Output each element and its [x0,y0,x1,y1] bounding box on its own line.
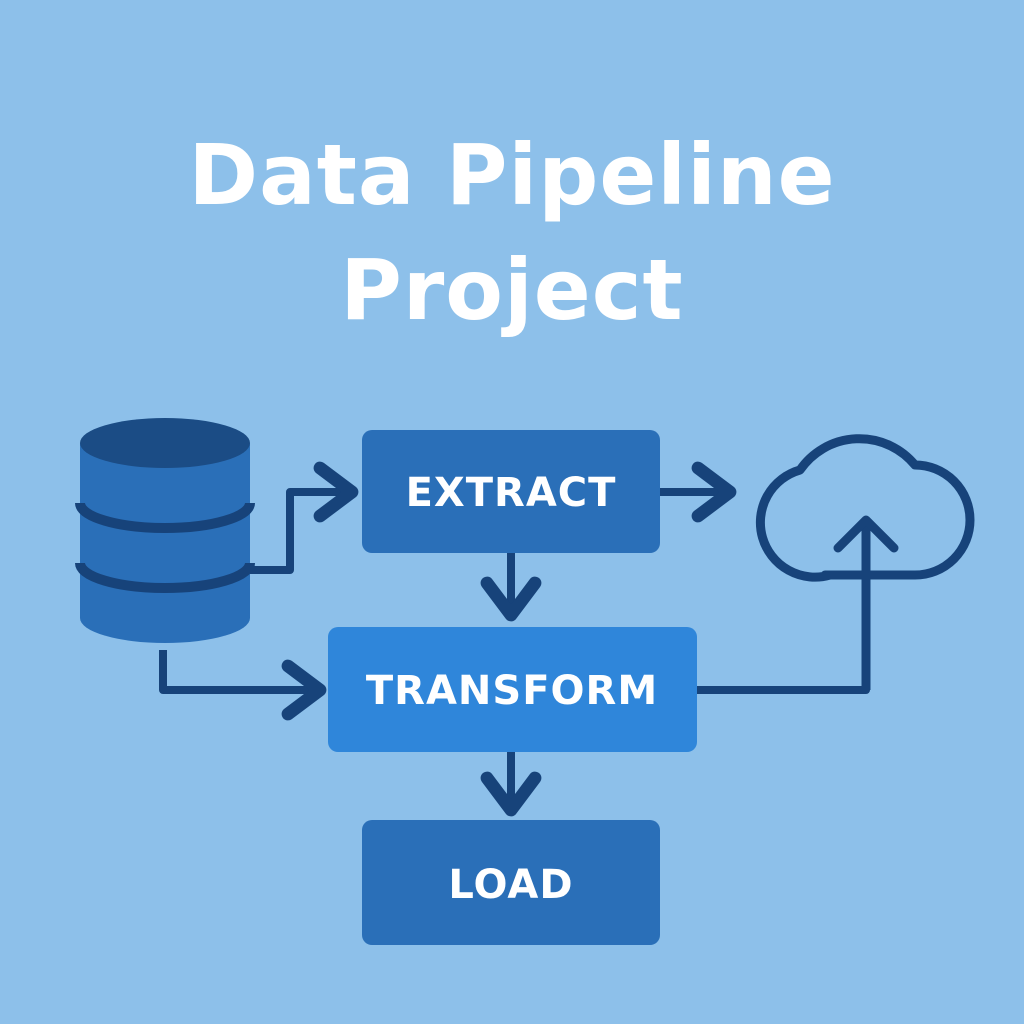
connector-db-to-transform [159,650,327,721]
extract-label: EXTRACT [406,470,617,516]
cloud-upload-icon [755,434,975,690]
pipeline-diagram: EXTRACT TRANSFORM LOAD [75,418,975,945]
connector-db-to-extract [250,461,359,574]
extract-box: EXTRACT [362,430,660,553]
load-box: LOAD [362,820,660,945]
transform-box: TRANSFORM [328,627,697,752]
transform-label: TRANSFORM [366,668,658,714]
load-label: LOAD [448,862,573,908]
database-icon [75,418,255,643]
diagram-canvas: Data Pipeline Project EXTRACT TRANSFORM … [0,0,1024,1024]
